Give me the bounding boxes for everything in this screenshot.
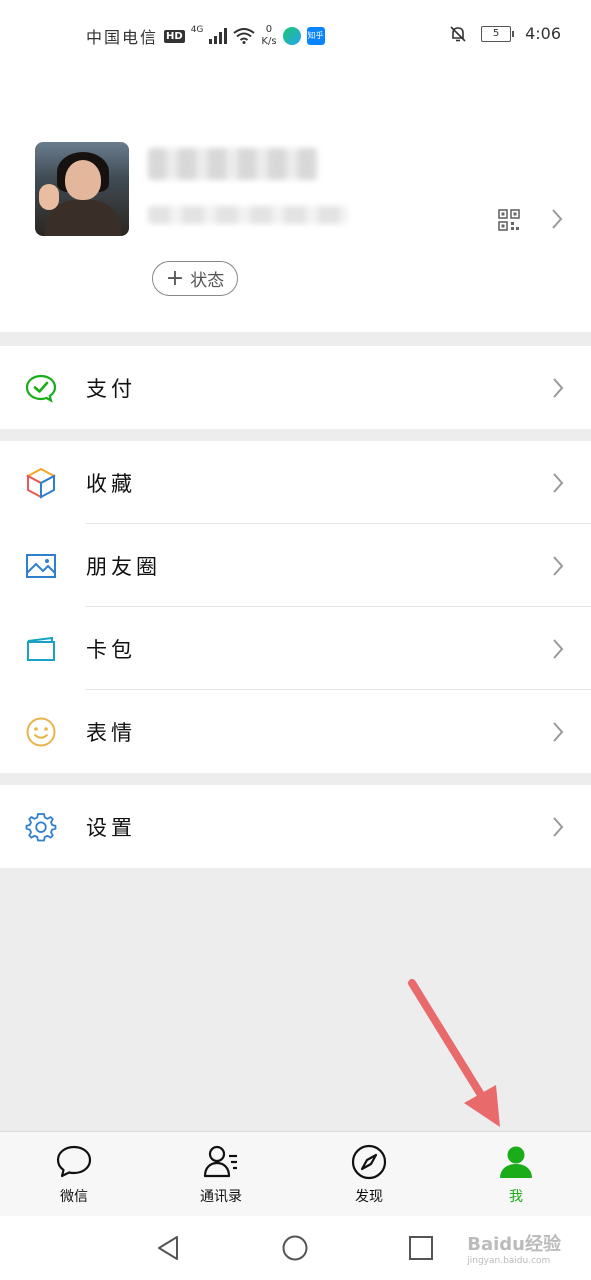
watermark-url: jingyan.baidu.com — [467, 1256, 551, 1266]
wechat-id-blurred — [148, 206, 348, 224]
bell-muted-icon — [450, 25, 466, 42]
carrier-name: 中国电信 — [86, 28, 159, 47]
services-group: 收藏 朋友圈 卡包 表情 — [0, 441, 591, 773]
menu-item-moments[interactable]: 朋友圈 — [0, 524, 591, 607]
recents-icon[interactable] — [407, 1234, 435, 1262]
tab-label-chats: 微信 — [60, 1189, 88, 1205]
chevron-right-icon — [553, 816, 564, 837]
chevron-right-icon — [553, 555, 564, 576]
moments-picture-icon — [26, 553, 56, 578]
add-status-button[interactable]: + 状态 — [152, 261, 238, 296]
pay-icon — [25, 374, 57, 403]
contacts-icon — [203, 1145, 237, 1178]
system-navigation-bar: Baidu经验 jingyan.baidu.com — [0, 1216, 591, 1280]
avatar[interactable] — [35, 142, 129, 236]
net-speed-unit: K/s — [261, 36, 277, 47]
menu-item-settings[interactable]: 设置 — [0, 785, 591, 868]
person-icon — [500, 1146, 532, 1178]
signal-icon — [209, 28, 228, 44]
favorites-cube-icon — [25, 467, 57, 499]
smiley-icon — [26, 717, 56, 746]
menu-item-pay[interactable]: 支付 — [0, 346, 591, 429]
status-bar: 中国电信 HD 4G 0 K/s 知乎 5 4:06 — [0, 0, 591, 68]
card-wallet-icon — [27, 636, 55, 661]
home-icon[interactable] — [281, 1234, 309, 1262]
tab-chats[interactable]: 微信 — [24, 1132, 124, 1217]
chevron-right-icon — [553, 638, 564, 659]
menu-label-pay: 支付 — [86, 376, 136, 401]
chevron-right-icon — [553, 472, 564, 493]
tab-discover[interactable]: 发现 — [319, 1132, 419, 1217]
wifi-icon — [233, 28, 256, 44]
menu-label-stickers: 表情 — [86, 720, 136, 745]
menu-item-favorites[interactable]: 收藏 — [0, 441, 591, 524]
menu-label-cards: 卡包 — [86, 637, 136, 662]
gear-icon — [25, 812, 57, 841]
menu-label-favorites: 收藏 — [86, 471, 136, 496]
menu-item-stickers[interactable]: 表情 — [0, 690, 591, 773]
video-app-icon — [282, 27, 301, 45]
clock: 4:06 — [525, 24, 561, 43]
bottom-tab-bar: 微信 通讯录 发现 我 — [0, 1131, 591, 1217]
zhihu-app-icon: 知乎 — [306, 27, 325, 45]
tab-label-me: 我 — [509, 1189, 523, 1205]
profile-header[interactable]: + 状态 — [0, 68, 591, 332]
tab-label-contacts: 通讯录 — [200, 1189, 242, 1205]
pay-group: 支付 — [0, 346, 591, 429]
chat-bubble-icon — [56, 1145, 92, 1178]
network-type: 4G — [190, 25, 204, 35]
nickname-blurred — [148, 148, 318, 180]
chevron-right-icon — [553, 721, 564, 742]
annotation-arrow-icon — [408, 979, 500, 1127]
watermark-brand: Baidu经验 — [467, 1234, 561, 1255]
battery-icon: 5 — [481, 25, 515, 42]
hd-badge: HD — [164, 29, 185, 43]
net-speed: 0 K/s — [261, 24, 276, 48]
net-speed-value: 0 — [265, 24, 273, 35]
menu-label-settings: 设置 — [86, 815, 136, 840]
plus-icon: + — [165, 265, 185, 291]
chevron-right-icon[interactable] — [550, 208, 564, 230]
tab-label-discover: 发现 — [355, 1189, 383, 1205]
menu-label-moments: 朋友圈 — [86, 554, 161, 579]
baidu-watermark: Baidu经验 jingyan.baidu.com — [467, 1230, 561, 1266]
status-button-label: 状态 — [190, 271, 225, 291]
compass-icon — [351, 1144, 387, 1180]
back-icon[interactable] — [155, 1234, 183, 1262]
qr-code-icon[interactable] — [498, 209, 520, 231]
tab-contacts[interactable]: 通讯录 — [171, 1132, 271, 1217]
tab-me[interactable]: 我 — [466, 1132, 566, 1217]
menu-item-cards[interactable]: 卡包 — [0, 607, 591, 690]
chevron-right-icon — [553, 377, 564, 398]
settings-group: 设置 — [0, 785, 591, 868]
